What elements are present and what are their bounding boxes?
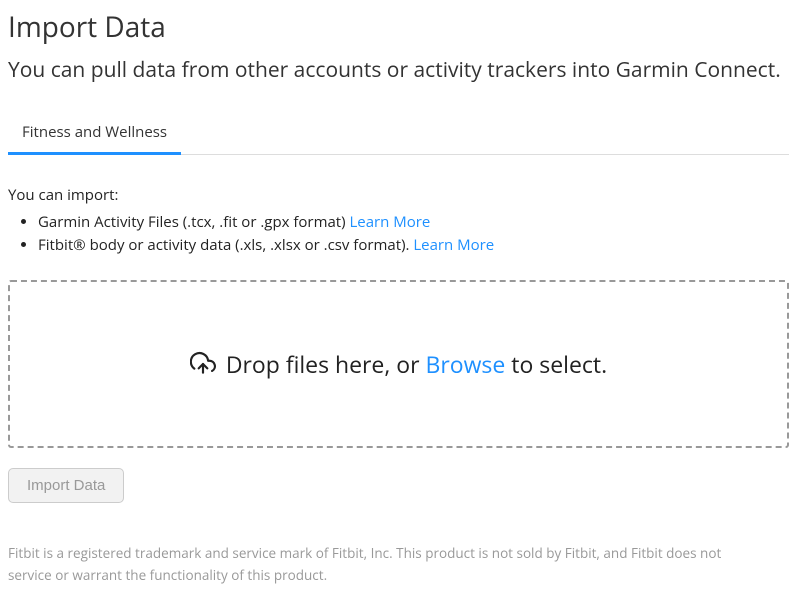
import-item-text: Fitbit® body or activity data (.xls, .xl… [38,235,413,255]
file-dropzone[interactable]: Drop files here, or Browse to select. [8,280,789,448]
page-title: Import Data [8,8,789,46]
import-data-button[interactable]: Import Data [8,468,124,503]
list-item: Fitbit® body or activity data (.xls, .xl… [38,234,789,257]
page-subtitle: You can pull data from other accounts or… [8,56,789,84]
dropzone-label: Drop files here, or Browse to select. [190,348,607,380]
import-item-text: Garmin Activity Files (.tcx, .fit or .gp… [38,212,349,232]
tabs: Fitness and Wellness [8,114,789,155]
import-intro: You can import: [8,185,789,205]
import-list: Garmin Activity Files (.tcx, .fit or .gp… [8,211,789,256]
learn-more-link-garmin[interactable]: Learn More [349,212,430,232]
dropzone-pre: Drop files here, or [226,348,426,380]
dropzone-post: to select. [505,348,607,380]
cloud-upload-icon [190,351,216,377]
learn-more-link-fitbit[interactable]: Learn More [413,235,494,255]
list-item: Garmin Activity Files (.tcx, .fit or .gp… [38,211,789,234]
browse-link[interactable]: Browse [426,348,506,380]
tab-fitness-wellness[interactable]: Fitness and Wellness [8,114,181,155]
footer-note: Fitbit is a registered trademark and ser… [8,543,768,586]
